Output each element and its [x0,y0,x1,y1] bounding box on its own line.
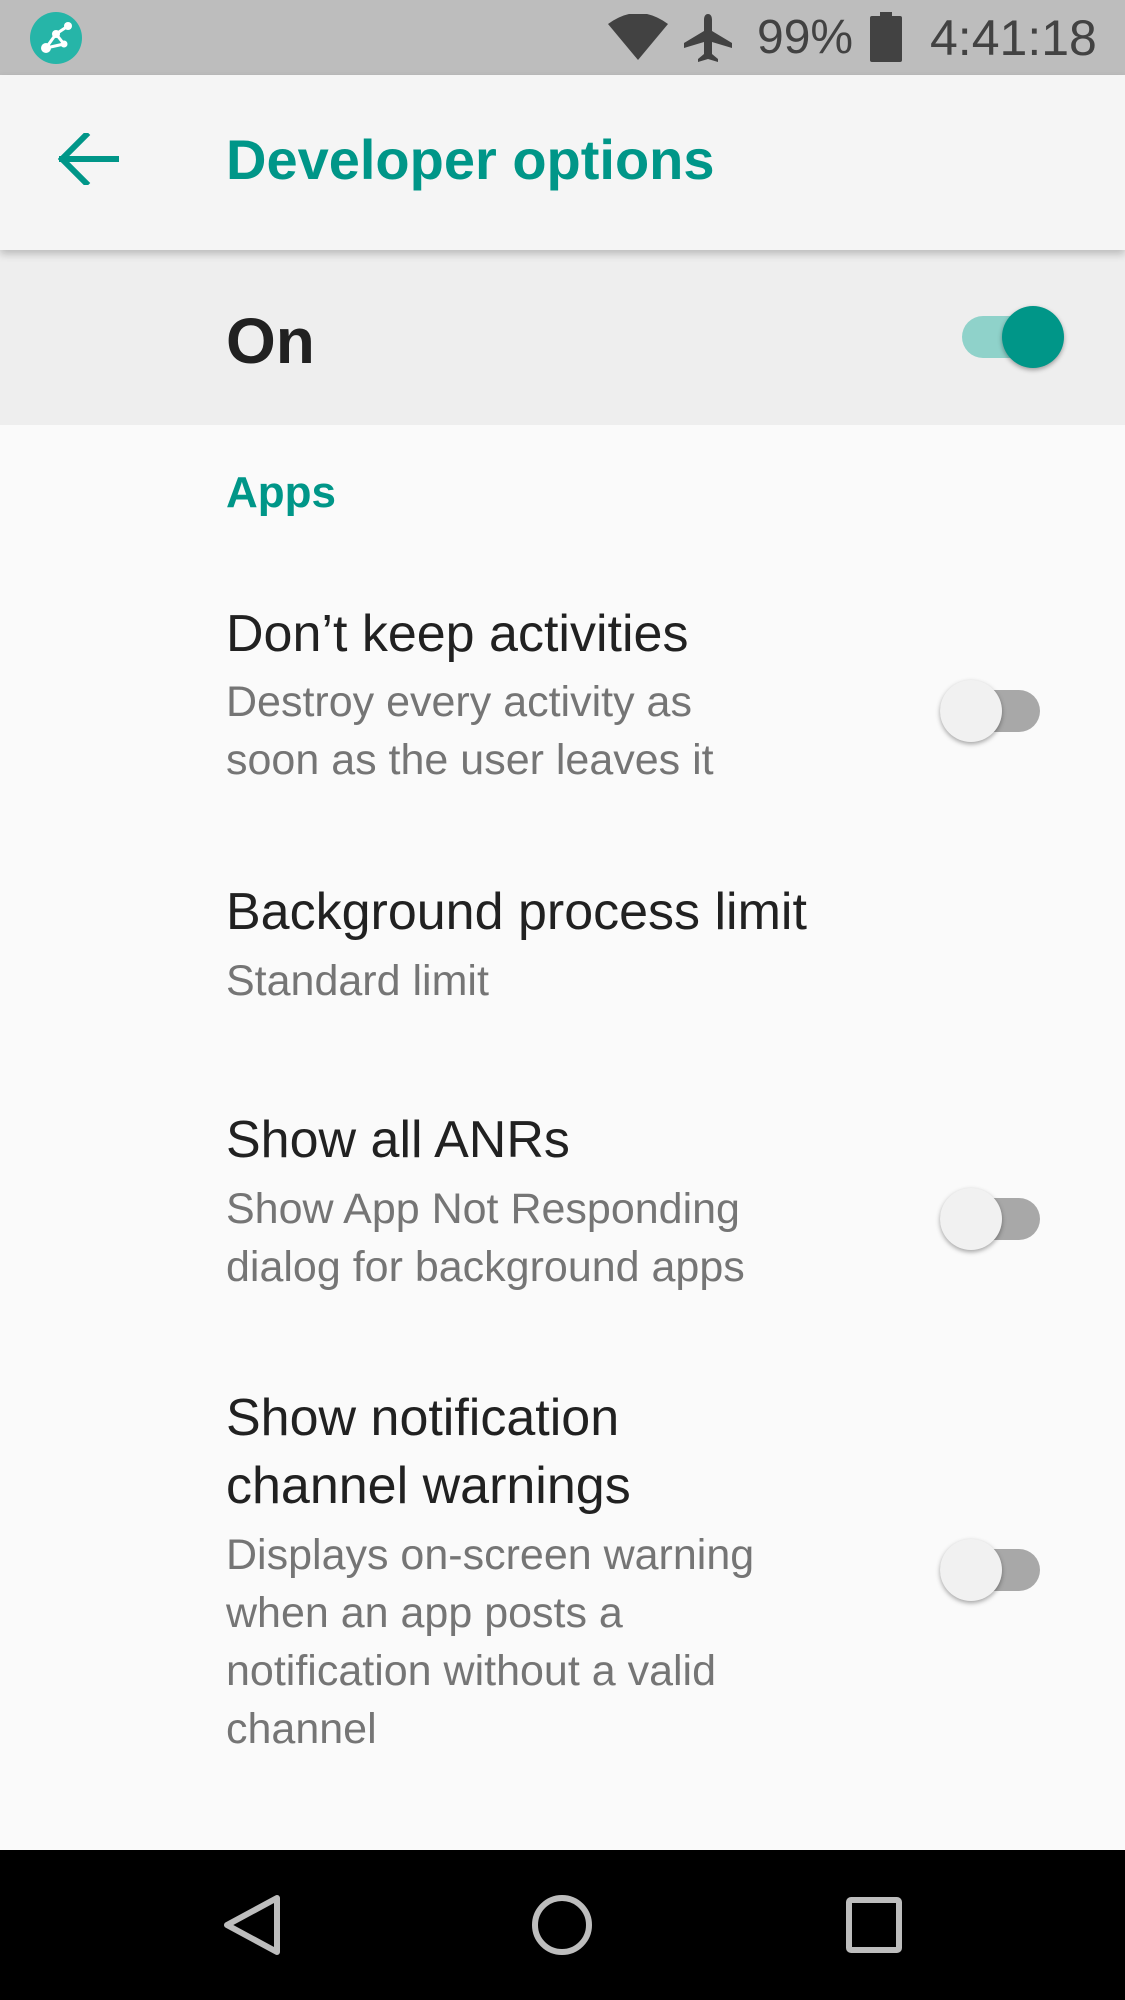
setting-show-all-anrs[interactable]: Show all ANRs Show App Not Responding di… [0,1098,1125,1318]
summary-line: channel [226,1705,377,1753]
title-line: Show notification [226,1389,620,1447]
toggle-thumb [1002,306,1064,368]
battery-icon [870,12,902,62]
toggle-thumb [940,680,1002,742]
page-title: Developer options [226,128,715,191]
setting-title: Show notification channel warnings [226,1384,631,1520]
setting-summary: Displays on-screen warning when an app p… [226,1526,754,1758]
master-switch-label: On [226,305,315,377]
setting-summary: Show App Not Responding dialog for backg… [226,1180,745,1296]
app-bar: Developer options [0,75,1125,250]
summary-line: Displays on-screen warning [226,1531,755,1579]
status-bar: 99% 4:41:18 [0,0,1125,75]
nav-recents-square-icon[interactable] [841,1892,907,1958]
app-badge-icon [30,12,82,64]
setting-title: Don’t keep activities [226,605,689,663]
setting-summary: Destroy every activity as soon as the us… [226,673,714,789]
setting-title: Show all ANRs [226,1111,570,1169]
section-header-apps: Apps [226,468,336,517]
summary-line: notification without a valid [226,1647,717,1695]
setting-title: Background process limit [226,883,807,941]
wifi-icon [608,14,668,60]
summary-line: dialog for background apps [226,1243,745,1291]
toggle-thumb [940,1539,1002,1601]
arrow-back-icon[interactable] [58,133,120,185]
summary-line: Show App Not Responding [226,1185,740,1233]
airplane-icon [684,14,732,62]
battery-percent: 99% [757,11,854,64]
summary-line: when an app posts a [226,1589,623,1637]
setting-dont-keep-activities[interactable]: Don’t keep activities Destroy every acti… [0,590,1125,810]
master-switch-row[interactable]: On [0,250,1125,425]
clock: 4:41:18 [930,10,1097,66]
summary-line: Standard limit [226,957,489,1005]
nav-back-triangle-icon[interactable] [219,1892,285,1958]
nav-home-circle-icon[interactable] [529,1892,595,1958]
toggle-thumb [940,1188,1002,1250]
summary-line: Destroy every activity as [226,678,692,726]
title-line: channel warnings [226,1457,631,1515]
setting-show-notification-channel-warnings[interactable]: Show notification channel warnings Displ… [0,1378,1125,1778]
navigation-bar [0,1850,1125,2000]
setting-background-process-limit[interactable]: Background process limit Standard limit [0,870,1125,1040]
summary-line: soon as the user leaves it [226,736,714,784]
setting-summary: Standard limit [226,952,489,1010]
